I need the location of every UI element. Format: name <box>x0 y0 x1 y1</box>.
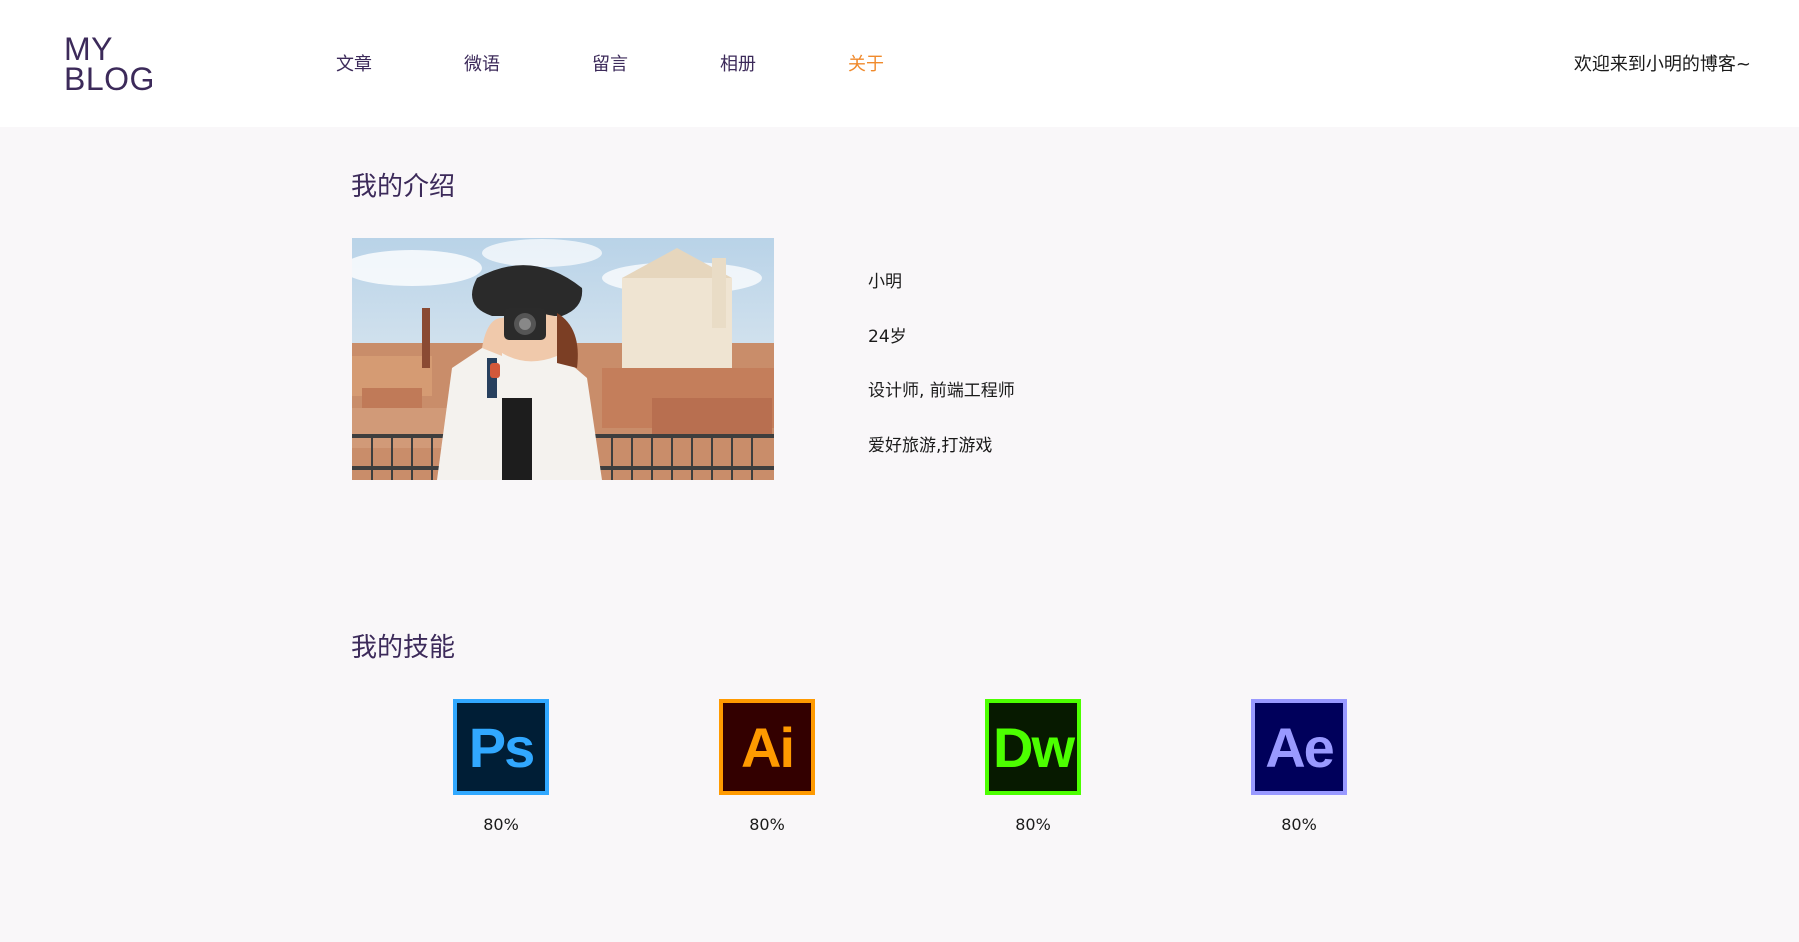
illustrator-icon: Ai <box>719 699 815 795</box>
info-age: 24岁 <box>868 326 907 347</box>
intro-info: 小明 24岁 设计师, 前端工程师 爱好旅游,打游戏 <box>868 270 1015 488</box>
after-effects-icon: Ae <box>1251 699 1347 795</box>
logo-line-1: MY <box>64 31 113 67</box>
info-hobbies: 爱好旅游,打游戏 <box>868 435 993 456</box>
info-occupation: 设计师, 前端工程师 <box>868 381 1015 402</box>
skills-title: 我的技能 <box>351 633 456 663</box>
nav-item-articles[interactable]: 文章 <box>290 50 418 76</box>
welcome-text: 欢迎来到小明的博客~ <box>1573 54 1751 75</box>
woman-with-camera-photo <box>352 238 774 480</box>
photoshop-icon: Ps <box>453 699 549 795</box>
profile-photo <box>352 238 774 480</box>
nav-item-album[interactable]: 相册 <box>674 50 802 76</box>
skill-item: Ps 80% <box>453 699 719 834</box>
header: MY BLOG 文章 微语 留言 相册 关于 欢迎来到小明的博客~ <box>0 0 1799 127</box>
skill-item: Ae 80% <box>1251 699 1517 834</box>
intro-title: 我的介绍 <box>351 172 456 202</box>
skills-list: Ps 80% Ai 80% Dw 80% Ae 80% <box>453 699 1517 834</box>
info-name: 小明 <box>868 272 902 292</box>
skill-item: Ai 80% <box>719 699 985 834</box>
nav-item-micro-posts[interactable]: 微语 <box>418 50 546 76</box>
dreamweaver-icon: Dw <box>985 699 1081 795</box>
main-nav: 文章 微语 留言 相册 关于 <box>290 50 930 76</box>
nav-item-messages[interactable]: 留言 <box>546 50 674 76</box>
skill-percent: 80% <box>1281 815 1317 834</box>
skill-percent: 80% <box>1015 815 1051 834</box>
logo-line-2: BLOG <box>64 61 155 97</box>
nav-item-about[interactable]: 关于 <box>802 50 930 76</box>
logo[interactable]: MY BLOG <box>64 31 155 97</box>
skill-percent: 80% <box>483 815 519 834</box>
skill-item: Dw 80% <box>985 699 1251 834</box>
skill-percent: 80% <box>749 815 785 834</box>
